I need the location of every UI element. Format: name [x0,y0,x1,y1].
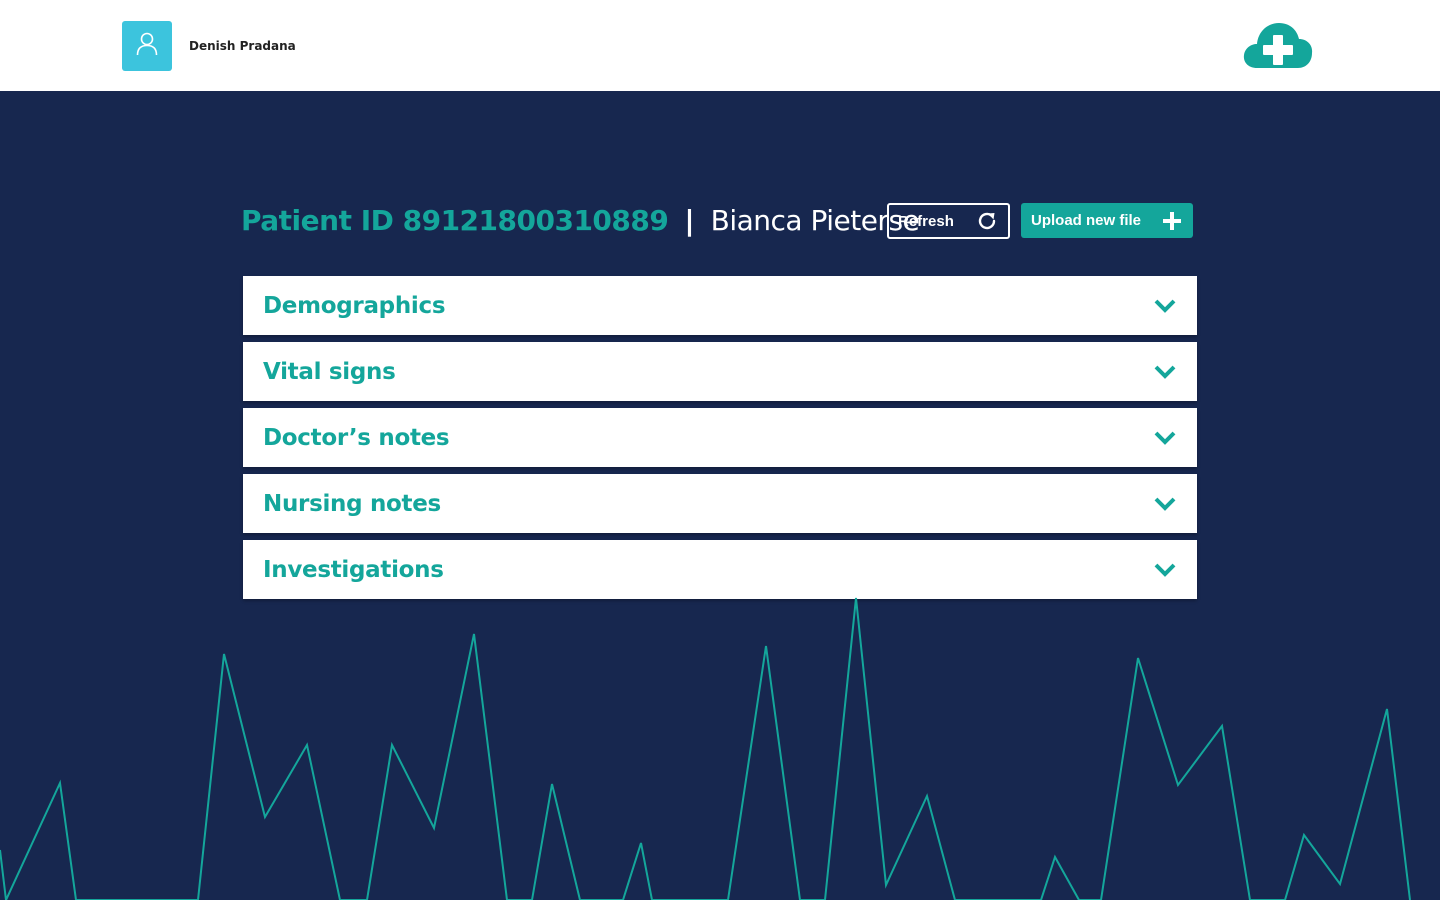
patient-header: Patient ID 89121800310889 | Bianca Piete… [241,200,920,240]
chevron-down-icon[interactable] [1154,496,1176,512]
accordion-title: Nursing notes [263,490,441,517]
accordion-title: Investigations [263,556,444,583]
chevron-down-icon[interactable] [1154,298,1176,314]
accordion-title: Doctor’s notes [263,424,450,451]
avatar[interactable] [122,21,172,71]
accordion-title: Demographics [263,292,446,319]
user-name: Denish Pradana [189,39,296,53]
heartbeat-wave-decoration [0,597,1411,900]
patient-id: Patient ID 89121800310889 [241,203,669,237]
chevron-down-icon[interactable] [1154,430,1176,446]
refresh-icon [976,210,998,232]
upload-new-file-button[interactable]: Upload new file [1021,203,1193,238]
accordion-demographics[interactable]: Demographics [243,276,1197,335]
upload-button-label: Upload new file [1031,212,1142,229]
accordion-nursing-notes[interactable]: Nursing notes [243,474,1197,533]
refresh-button[interactable]: Refresh [887,203,1010,239]
chevron-down-icon[interactable] [1154,562,1176,578]
plus-icon [1162,211,1182,231]
user-icon [136,32,158,61]
accordion-vital-signs[interactable]: Vital signs [243,342,1197,401]
top-bar: Denish Pradana [0,0,1440,91]
cloud-medical-cross-icon[interactable] [1243,21,1313,69]
chevron-down-icon[interactable] [1154,364,1176,380]
refresh-button-label: Refresh [898,212,954,230]
accordion-doctors-notes[interactable]: Doctor’s notes [243,408,1197,467]
accordion-title: Vital signs [263,358,396,385]
header-separator: | [684,203,695,237]
